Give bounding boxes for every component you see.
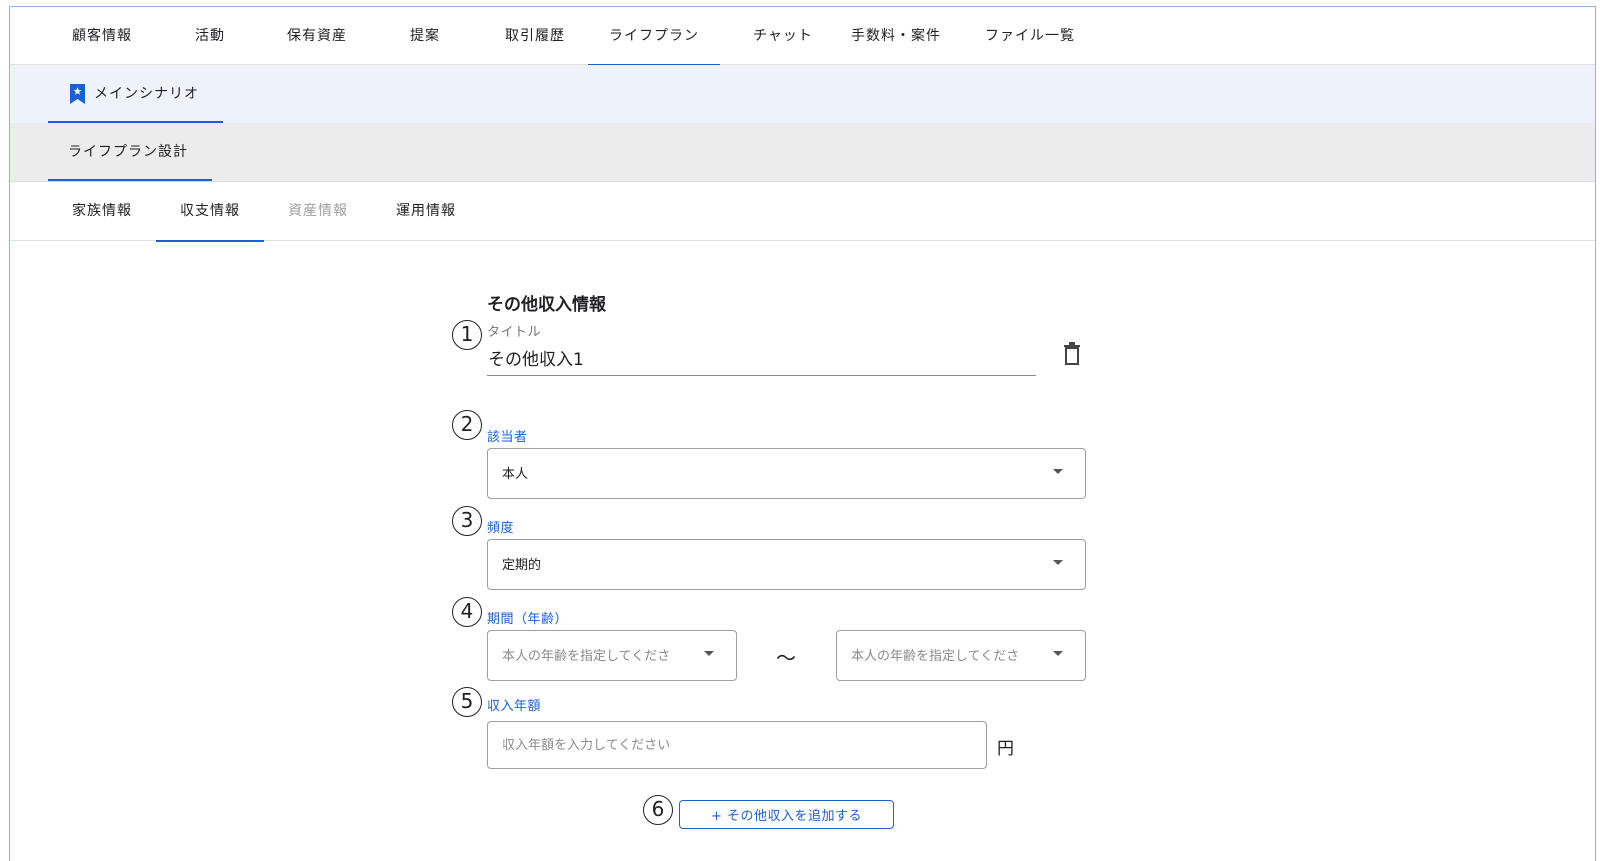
tab-file-list[interactable]: ファイル一覧 <box>970 7 1090 65</box>
frequency-label: 頻度 <box>487 521 515 536</box>
title-input[interactable] <box>487 340 1036 376</box>
period-to-placeholder: 本人の年齢を指定してくださ <box>851 649 1020 664</box>
period-to-select[interactable]: 本人の年齢を指定してくださ <box>836 630 1086 681</box>
add-other-income-button[interactable]: + その他収入を追加する <box>679 800 894 829</box>
caret-down-icon <box>704 651 714 656</box>
caret-down-icon <box>1053 651 1063 656</box>
tab-main-scenario[interactable]: メインシナリオ <box>48 65 223 123</box>
tab-fees-cases[interactable]: 手数料・案件 <box>836 7 956 65</box>
marker-3: 3 <box>452 506 482 536</box>
tab-activity[interactable]: 活動 <box>180 7 240 65</box>
tab-life-plan-design[interactable]: ライフプラン設計 <box>48 123 212 181</box>
frequency-select[interactable]: 定期的 <box>487 539 1086 590</box>
period-label: 期間（年齢） <box>487 612 569 627</box>
tab-chat[interactable]: チャット <box>735 7 831 65</box>
tab-life-plan[interactable]: ライフプラン <box>588 7 720 66</box>
marker-4: 4 <box>452 597 482 627</box>
form-content: その他収入情報 1 タイトル 2 該当者 本人 3 頻度 定期的 4 期間（年齢… <box>10 242 1595 861</box>
caret-down-icon <box>1053 469 1063 474</box>
tab-income-expense[interactable]: 収支情報 <box>156 182 264 242</box>
scenario-bar: メインシナリオ <box>10 65 1595 123</box>
tab-investment-info[interactable]: 運用情報 <box>384 182 468 241</box>
app-frame: 顧客情報 活動 保有資産 提案 取引履歴 ライフプラン チャット 手数料・案件 … <box>9 6 1596 861</box>
tab-asset-info: 資産情報 <box>288 203 348 219</box>
tab-family-info[interactable]: 家族情報 <box>60 182 144 241</box>
marker-1: 1 <box>452 320 482 350</box>
title-label: タイトル <box>487 325 542 340</box>
amount-input-wrapper <box>487 721 987 769</box>
amount-label: 収入年額 <box>487 699 542 714</box>
sub-nav: 家族情報 収支情報 資産情報 運用情報 <box>10 182 1595 242</box>
tab-transaction-history[interactable]: 取引履歴 <box>493 7 577 65</box>
caret-down-icon <box>1053 560 1063 565</box>
marker-2: 2 <box>452 410 482 440</box>
person-select[interactable]: 本人 <box>487 448 1086 499</box>
marker-5: 5 <box>452 687 482 717</box>
person-select-value: 本人 <box>502 467 529 482</box>
frequency-select-value: 定期的 <box>502 558 542 573</box>
amount-unit: 円 <box>997 739 1014 759</box>
section-title: その他収入情報 <box>487 295 606 315</box>
scenario-label: メインシナリオ <box>94 86 199 102</box>
marker-6: 6 <box>643 795 673 825</box>
top-nav: 顧客情報 活動 保有資産 提案 取引履歴 ライフプラン チャット 手数料・案件 … <box>10 7 1595 66</box>
period-from-select[interactable]: 本人の年齢を指定してくださ <box>487 630 737 681</box>
design-bar: ライフプラン設計 <box>10 123 1595 182</box>
tab-customer-info[interactable]: 顧客情報 <box>60 7 144 65</box>
person-label: 該当者 <box>487 430 528 445</box>
period-separator: 〜 <box>776 646 796 670</box>
period-from-placeholder: 本人の年齢を指定してくださ <box>502 649 671 664</box>
trash-icon[interactable] <box>1062 342 1082 366</box>
bookmark-star-icon <box>70 84 85 104</box>
tab-proposal[interactable]: 提案 <box>395 7 455 65</box>
amount-input[interactable] <box>488 722 986 768</box>
tab-holdings[interactable]: 保有資産 <box>275 7 359 65</box>
